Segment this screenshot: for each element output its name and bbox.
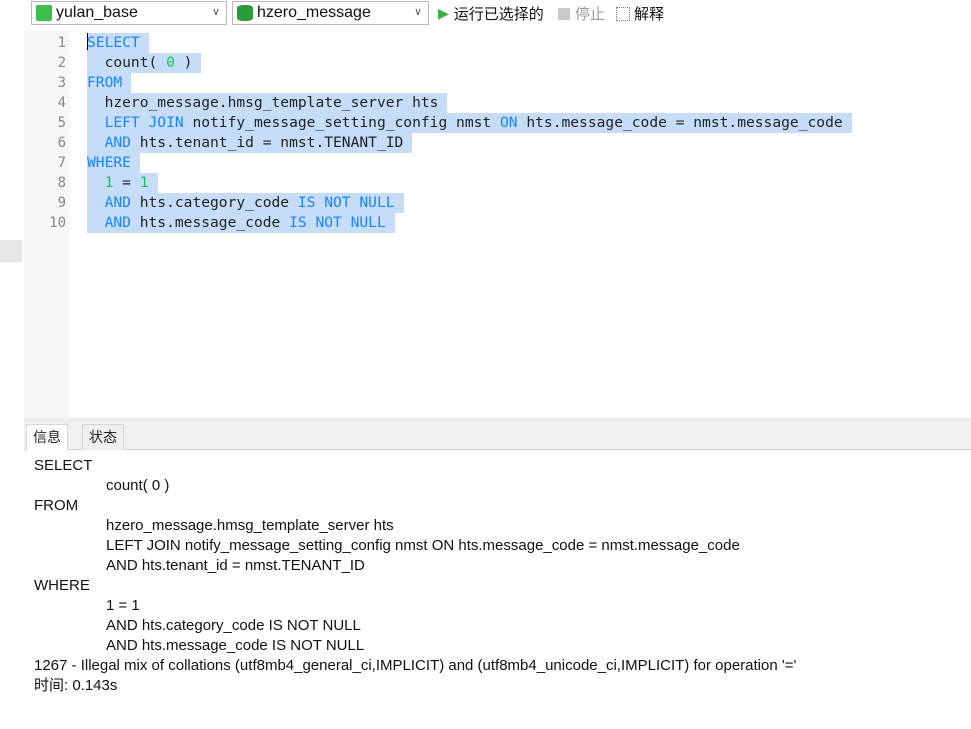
stop-button[interactable]: 停止 xyxy=(558,3,605,24)
info-line: count( 0 ) xyxy=(106,477,170,494)
sql-text: hts.message_code xyxy=(130,214,290,231)
sql-keyword: ON xyxy=(499,114,518,131)
line-number: 6 xyxy=(57,135,66,151)
sql-number: 0 xyxy=(166,54,175,71)
result-tabs: 信息 状态 xyxy=(24,422,971,451)
sql-keyword: WHERE xyxy=(87,154,131,171)
sql-text: hts.message_code = nmst.message_code xyxy=(517,114,843,131)
error-message: 1267 - Illegal mix of collations (utf8mb… xyxy=(34,657,797,674)
sql-keyword: FROM xyxy=(87,74,123,91)
code-line: FROM xyxy=(87,73,132,93)
info-line: AND hts.message_code IS NOT NULL xyxy=(106,637,365,654)
info-panel: SELECT count( 0 ) FROM hzero_message.hmsg_t… xyxy=(24,450,971,729)
code-line: count( 0 ) xyxy=(87,53,202,73)
sql-keyword: LEFT JOIN xyxy=(104,114,184,131)
explain-button[interactable]: 解释 xyxy=(616,3,664,24)
panel-resize-handle[interactable] xyxy=(0,240,22,262)
left-panel xyxy=(0,26,24,729)
code-line: AND hts.tenant_id = nmst.TENANT_ID xyxy=(87,133,413,153)
line-number: 1 xyxy=(57,35,66,51)
chevron-down-icon: ∨ xyxy=(413,6,422,18)
line-number: 5 xyxy=(57,115,66,131)
mysql-connection-icon xyxy=(36,5,52,21)
stop-icon xyxy=(558,7,570,20)
sql-editor[interactable]: 1 2 3 4 5 6 7 8 9 10 SELECT count( 0 ) FROM hzero_… xyxy=(24,30,971,418)
line-number-gutter: 1 2 3 4 5 6 7 8 9 10 xyxy=(24,30,70,418)
info-line: AND hts.category_code IS NOT NULL xyxy=(106,617,361,634)
code-line: hzero_message.hmsg_template_server hts xyxy=(87,93,448,113)
info-line: hzero_message.hmsg_template_server hts xyxy=(106,517,394,534)
sql-keyword: AND xyxy=(104,134,131,151)
explain-label: 解释 xyxy=(634,6,665,23)
sql-text: notify_message_setting_config nmst xyxy=(183,114,500,131)
sql-text: ) xyxy=(174,54,193,71)
sql-text: hzero_message.hmsg_template_server hts xyxy=(87,94,439,111)
chevron-down-icon: ∨ xyxy=(211,6,220,18)
info-line: WHERE xyxy=(34,577,90,594)
database-select[interactable]: hzero_message ∨ xyxy=(232,1,429,25)
sql-number: 1 xyxy=(139,174,149,191)
tab-info[interactable]: 信息 xyxy=(26,424,68,451)
info-line: SELECT xyxy=(34,457,93,474)
sql-text: hts.category_code xyxy=(130,194,298,211)
line-number: 3 xyxy=(57,75,66,91)
sql-keyword: AND xyxy=(104,214,131,231)
line-number: 4 xyxy=(57,95,66,111)
sql-keyword: IS NOT NULL xyxy=(297,194,395,211)
info-line: AND hts.tenant_id = nmst.TENANT_ID xyxy=(106,557,365,574)
line-number: 10 xyxy=(49,215,66,231)
run-selected-label: 运行已选择的 xyxy=(453,6,544,23)
sql-keyword: IS NOT NULL xyxy=(289,214,386,231)
stop-label: 停止 xyxy=(575,6,606,23)
sql-keyword: AND xyxy=(104,194,131,211)
code-line: SELECT xyxy=(87,33,149,53)
database-icon xyxy=(237,5,253,21)
explain-icon xyxy=(616,6,630,21)
play-icon: ▶ xyxy=(438,5,449,21)
database-select-value: hzero_message xyxy=(257,4,371,21)
connection-select[interactable]: yulan_base ∨ xyxy=(31,1,227,25)
code-line: AND hts.message_code IS NOT NULL xyxy=(87,213,395,233)
tab-status[interactable]: 状态 xyxy=(82,424,124,451)
text-caret xyxy=(87,33,88,50)
sql-text: count( xyxy=(87,54,167,71)
connection-select-value: yulan_base xyxy=(56,4,138,21)
info-line: FROM xyxy=(34,497,79,514)
sql-text: hts.tenant_id = nmst.TENANT_ID xyxy=(130,134,404,151)
run-selected-button[interactable]: ▶ 运行已选择的 xyxy=(438,3,544,24)
toolbar: yulan_base ∨ hzero_message ∨ ▶ 运行已选择的 停止… xyxy=(0,0,971,26)
code-line: WHERE xyxy=(87,153,140,173)
code-line: 1 = 1 xyxy=(87,173,158,193)
info-line: 1 = 1 xyxy=(106,597,140,614)
elapsed-time: 时间: 0.143s xyxy=(34,677,118,694)
sql-text: = xyxy=(113,174,140,191)
line-number: 9 xyxy=(57,195,66,211)
code-line: LEFT JOIN notify_message_setting_config … xyxy=(87,113,852,133)
code-line: AND hts.category_code IS NOT NULL xyxy=(87,193,404,213)
line-number: 7 xyxy=(57,155,66,171)
line-number: 2 xyxy=(57,55,66,71)
line-number: 8 xyxy=(57,175,66,191)
info-line: LEFT JOIN notify_message_setting_config … xyxy=(106,537,740,554)
sql-keyword: SELECT xyxy=(87,34,140,51)
